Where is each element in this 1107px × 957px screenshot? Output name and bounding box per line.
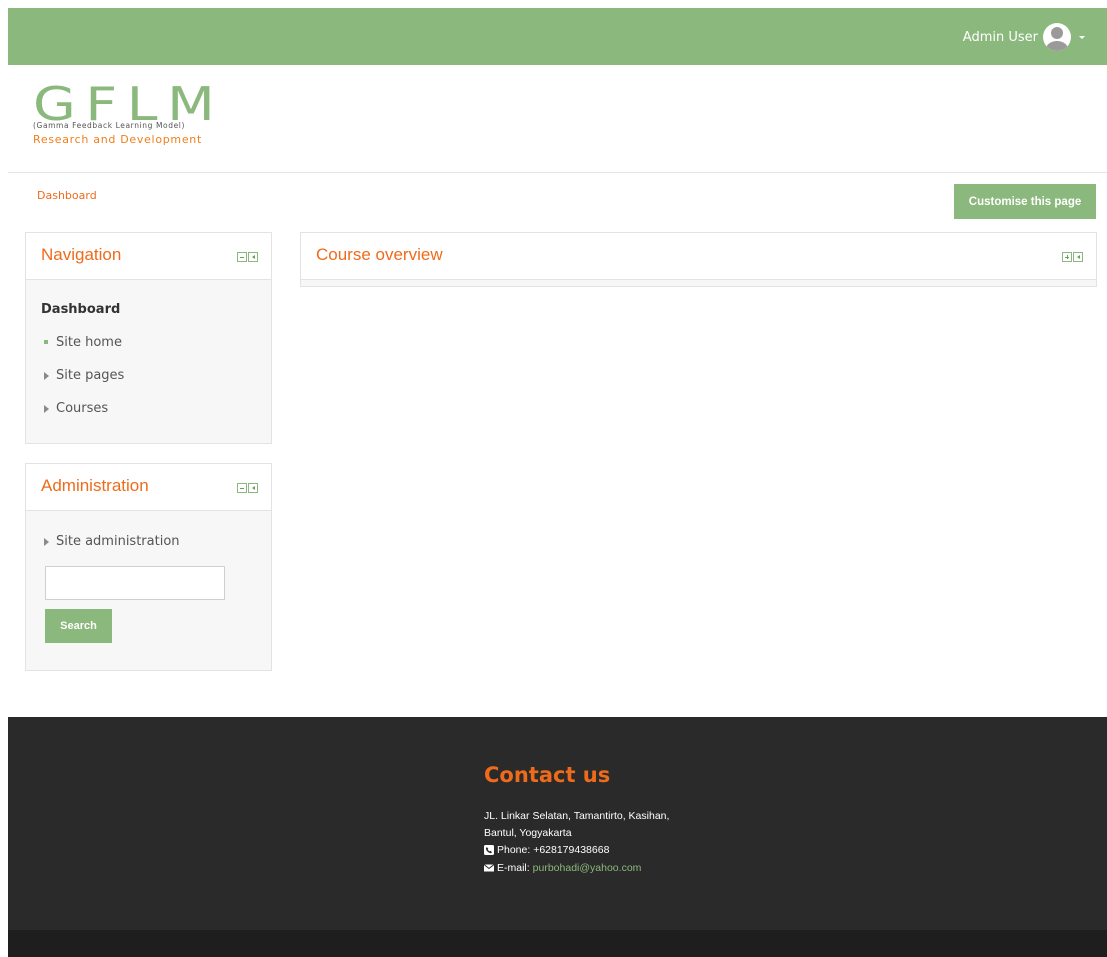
contact-address-line1: JL. Linkar Selatan, Tamantirto, Kasihan, <box>484 810 669 822</box>
logo-letters: GFLM <box>33 77 225 131</box>
page: Admin User GFLM (Gamma Feedback Learning… <box>0 0 1107 957</box>
footer-bottom-bar <box>8 930 1107 957</box>
collapse-block-icon[interactable] <box>237 483 247 493</box>
nav-item-site-pages[interactable]: Site pages <box>44 368 124 383</box>
phone-icon <box>484 845 494 855</box>
address-text: Bantul, Yogyakarta <box>484 827 572 839</box>
block-controls <box>1062 252 1083 262</box>
contact-email: E-mail: purbohadi@yahoo.com <box>484 862 641 874</box>
nav-item-site-home[interactable]: Site home <box>44 335 122 350</box>
email-label: E-mail: <box>497 862 530 874</box>
admin-search-button[interactable]: Search <box>45 609 112 643</box>
caret-down-icon[interactable] <box>1079 35 1085 39</box>
nav-item-label: Courses <box>56 401 109 416</box>
email-link[interactable]: purbohadi@yahoo.com <box>533 862 642 874</box>
dock-block-icon[interactable] <box>248 483 258 493</box>
navigation-block: Navigation Dashboard Site home Site page… <box>25 232 272 444</box>
admin-item-site-administration[interactable]: Site administration <box>44 534 180 549</box>
breadcrumb-dashboard[interactable]: Dashboard <box>37 189 97 202</box>
user-menu[interactable]: Admin User <box>963 22 1085 52</box>
collapse-block-icon[interactable] <box>237 252 247 262</box>
course-overview-block-header: Course overview <box>301 233 1096 280</box>
contact-phone: Phone: +628179438668 <box>484 844 609 856</box>
expand-triangle-icon[interactable] <box>44 537 49 546</box>
nav-item-courses[interactable]: Courses <box>44 401 108 416</box>
nav-item-label: Site home <box>56 335 122 350</box>
contact-title: Contact us <box>484 763 611 787</box>
administration-block-header: Administration <box>26 464 271 511</box>
nav-item-label: Site pages <box>56 368 125 383</box>
administration-block-title: Administration <box>41 476 149 495</box>
user-avatar-icon[interactable] <box>1042 22 1072 52</box>
course-overview-block: Course overview <box>300 232 1097 287</box>
admin-search-input[interactable] <box>45 566 225 600</box>
administration-block: Administration Site administration Searc… <box>25 463 272 671</box>
address-text: JL. Linkar Selatan, Tamantirto, Kasihan, <box>484 810 670 822</box>
square-bullet-icon <box>44 339 48 344</box>
navigation-block-title: Navigation <box>41 245 122 264</box>
navigation-block-header: Navigation <box>26 233 271 280</box>
phone-text: Phone: +628179438668 <box>497 844 610 856</box>
dock-block-icon[interactable] <box>248 252 258 262</box>
admin-item-label: Site administration <box>56 534 180 549</box>
header-divider <box>8 172 1107 173</box>
customise-page-button[interactable]: Customise this page <box>954 184 1096 219</box>
user-name: Admin User <box>962 29 1038 45</box>
site-logo[interactable]: GFLM (Gamma Feedback Learning Model) Res… <box>33 81 273 150</box>
expand-block-icon[interactable] <box>1062 252 1072 262</box>
top-navbar: Admin User <box>8 8 1107 65</box>
nav-dashboard[interactable]: Dashboard <box>41 302 120 317</box>
contact-address-line2: Bantul, Yogyakarta <box>484 827 572 839</box>
envelope-icon <box>484 864 494 872</box>
expand-triangle-icon[interactable] <box>44 371 49 380</box>
block-controls <box>237 483 258 493</box>
footer <box>8 717 1107 930</box>
block-controls <box>237 252 258 262</box>
dock-block-icon[interactable] <box>1073 252 1083 262</box>
course-overview-block-title: Course overview <box>316 245 443 264</box>
expand-triangle-icon[interactable] <box>44 404 49 413</box>
logo-subtitle: Research and Development <box>33 133 202 146</box>
